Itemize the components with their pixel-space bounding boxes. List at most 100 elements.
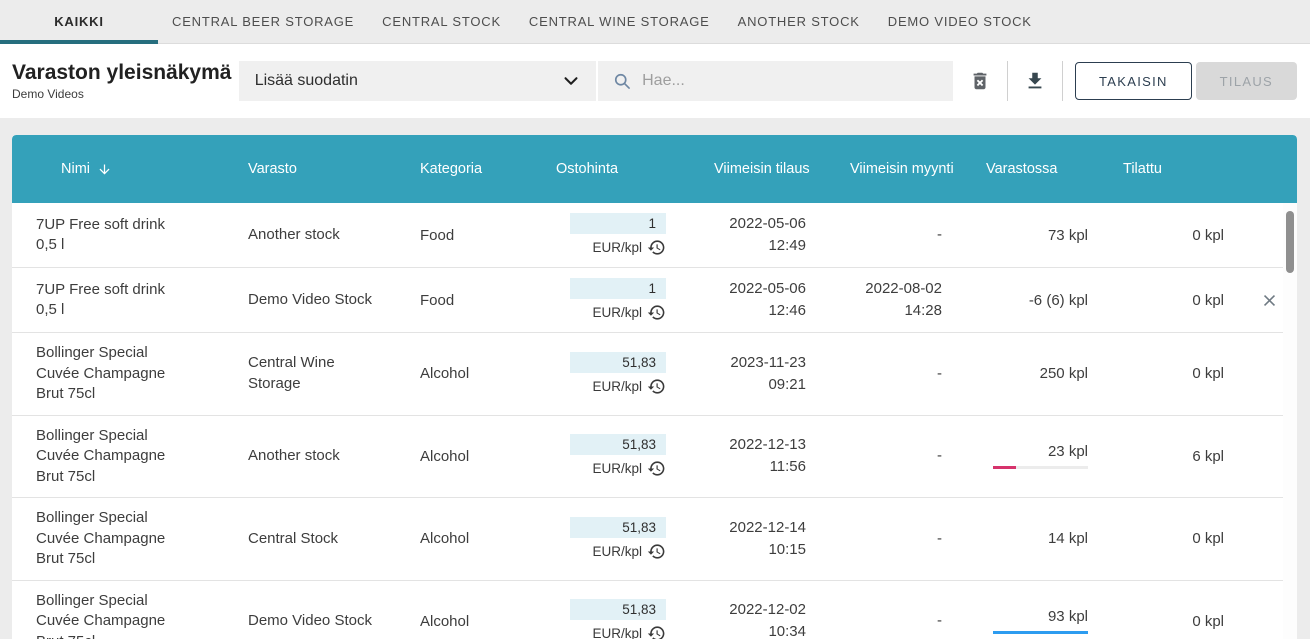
- tab-label: CENTRAL BEER STORAGE: [172, 14, 354, 29]
- last-order-time: 12:46: [670, 300, 806, 322]
- column-header-tilattu[interactable]: Tilattu: [1090, 161, 1226, 177]
- page-title: Varaston yleisnäkymä: [12, 61, 239, 85]
- ordered-cell: 0 kpl: [1090, 613, 1226, 630]
- table-body: 7UP Free soft drink 0,5 l Another stock …: [12, 203, 1297, 639]
- column-header-varastossa[interactable]: Varastossa: [950, 161, 1090, 177]
- last-order-cell: 2022-12-14 10:15: [670, 517, 810, 561]
- last-order-date: 2022-12-14: [670, 517, 806, 539]
- column-header-ostohinta[interactable]: Ostohinta: [530, 161, 670, 177]
- stock-bar-fill: [993, 631, 1088, 634]
- last-order-cell: 2022-05-06 12:49: [670, 213, 810, 257]
- warehouse-cell: Another stock: [248, 225, 383, 246]
- product-name: 7UP Free soft drink 0,5 l: [36, 280, 186, 321]
- add-filter-label: Lisää suodatin: [255, 72, 358, 90]
- last-sale-date: -: [810, 363, 942, 385]
- scrollbar-thumb[interactable]: [1286, 211, 1294, 273]
- back-button[interactable]: TAKAISIN: [1075, 62, 1192, 100]
- tab-bar: KAIKKI CENTRAL BEER STORAGE CENTRAL STOC…: [0, 0, 1310, 44]
- close-icon[interactable]: [1260, 291, 1279, 310]
- table-row[interactable]: Bollinger Special Cuvée Champagne Brut 7…: [12, 498, 1297, 581]
- warehouse-cell: Central Stock: [248, 529, 383, 550]
- tab-central-beer-storage[interactable]: CENTRAL BEER STORAGE: [158, 0, 368, 43]
- tab-demo-video-stock[interactable]: DEMO VIDEO STOCK: [874, 0, 1046, 43]
- price-unit-label: EUR/kpl: [592, 379, 642, 394]
- price-history-icon[interactable]: [647, 303, 666, 322]
- table-row[interactable]: 7UP Free soft drink 0,5 l Demo Video Sto…: [12, 268, 1297, 333]
- last-sale-date: 2022-08-02: [810, 278, 942, 300]
- price-value: 51,83: [570, 599, 666, 620]
- price-history-icon[interactable]: [647, 542, 666, 561]
- stock-value: 73 kpl: [1048, 227, 1088, 244]
- search-icon: [612, 71, 632, 91]
- last-order-time: 10:34: [670, 621, 806, 639]
- toolbar-divider: [1062, 61, 1063, 101]
- search-input[interactable]: [642, 72, 938, 90]
- price-value: 1: [570, 213, 666, 234]
- stock-value: 14 kpl: [1048, 530, 1088, 547]
- column-header-viimeisin-myynti[interactable]: Viimeisin myynti: [810, 161, 950, 177]
- column-header-kategoria[interactable]: Kategoria: [400, 161, 530, 177]
- last-order-date: 2022-05-06: [670, 213, 806, 235]
- product-name: Bollinger Special Cuvée Champagne Brut 7…: [36, 343, 186, 405]
- price-unit-label: EUR/kpl: [592, 461, 642, 476]
- last-order-date: 2023-11-23: [670, 352, 806, 374]
- download-button[interactable]: [1008, 61, 1062, 101]
- last-sale-cell: -: [810, 445, 950, 467]
- table-row[interactable]: Bollinger Special Cuvée Champagne Brut 7…: [12, 581, 1297, 639]
- last-order-date: 2022-05-06: [670, 278, 806, 300]
- category-cell: Alcohol: [400, 613, 530, 630]
- price-unit-label: EUR/kpl: [592, 305, 642, 320]
- delete-trash-button[interactable]: [953, 61, 1007, 101]
- column-header-nimi[interactable]: Nimi: [12, 161, 224, 177]
- product-name: 7UP Free soft drink 0,5 l: [36, 215, 186, 256]
- table-row[interactable]: Bollinger Special Cuvée Champagne Brut 7…: [12, 416, 1297, 499]
- inventory-table: Nimi Varasto Kategoria Ostohinta Viimeis…: [12, 135, 1297, 639]
- price-value: 51,83: [570, 352, 666, 373]
- tab-label: CENTRAL STOCK: [382, 14, 501, 29]
- price-value: 1: [570, 278, 666, 299]
- add-filter-dropdown[interactable]: Lisää suodatin: [239, 61, 596, 101]
- table-row[interactable]: Bollinger Special Cuvée Champagne Brut 7…: [12, 333, 1297, 416]
- category-cell: Alcohol: [400, 448, 530, 465]
- toolbar: Varaston yleisnäkymä Demo Videos Lisää s…: [0, 44, 1310, 118]
- last-sale-date: -: [810, 528, 942, 550]
- last-sale-date: -: [810, 610, 942, 632]
- last-order-time: 10:15: [670, 539, 806, 561]
- search-field: [598, 61, 952, 101]
- price-value: 51,83: [570, 434, 666, 455]
- ordered-cell: 0 kpl: [1090, 292, 1226, 309]
- ordered-cell: 0 kpl: [1090, 365, 1226, 382]
- price-history-icon[interactable]: [647, 238, 666, 257]
- category-cell: Alcohol: [400, 365, 530, 382]
- tab-another-stock[interactable]: ANOTHER STOCK: [724, 0, 874, 43]
- last-order-date: 2022-12-02: [670, 599, 806, 621]
- price-history-icon[interactable]: [647, 459, 666, 478]
- column-header-varasto[interactable]: Varasto: [224, 161, 400, 177]
- price-history-icon[interactable]: [647, 624, 666, 639]
- tab-central-stock[interactable]: CENTRAL STOCK: [368, 0, 515, 43]
- page-subtitle: Demo Videos: [12, 87, 239, 101]
- tab-central-wine-storage[interactable]: CENTRAL WINE STORAGE: [515, 0, 724, 43]
- warehouse-cell: Central Wine Storage: [248, 353, 383, 394]
- price-unit-label: EUR/kpl: [592, 544, 642, 559]
- price-value: 51,83: [570, 517, 666, 538]
- column-header-viimeisin-tilaus[interactable]: Viimeisin tilaus: [670, 161, 810, 177]
- last-order-cell: 2023-11-23 09:21: [670, 352, 810, 396]
- table-row[interactable]: 7UP Free soft drink 0,5 l Another stock …: [12, 203, 1297, 268]
- tab-label: ANOTHER STOCK: [738, 14, 860, 29]
- stock-value: -6 (6) kpl: [1029, 292, 1088, 309]
- last-sale-time: 14:28: [810, 300, 942, 322]
- warehouse-cell: Demo Video Stock: [248, 290, 383, 311]
- tab-label: DEMO VIDEO STOCK: [888, 14, 1032, 29]
- ordered-cell: 0 kpl: [1090, 227, 1226, 244]
- order-button[interactable]: TILAUS: [1196, 62, 1297, 100]
- stock-value: 23 kpl: [1048, 443, 1088, 460]
- last-sale-cell: 2022-08-02 14:28: [810, 278, 950, 322]
- ordered-cell: 0 kpl: [1090, 530, 1226, 547]
- price-history-icon[interactable]: [647, 377, 666, 396]
- tab-kaikki[interactable]: KAIKKI: [0, 0, 158, 43]
- last-order-time: 11:56: [670, 456, 806, 478]
- price-unit-label: EUR/kpl: [592, 240, 642, 255]
- stock-bar-fill: [993, 466, 1016, 469]
- product-name: Bollinger Special Cuvée Champagne Brut 7…: [36, 591, 186, 639]
